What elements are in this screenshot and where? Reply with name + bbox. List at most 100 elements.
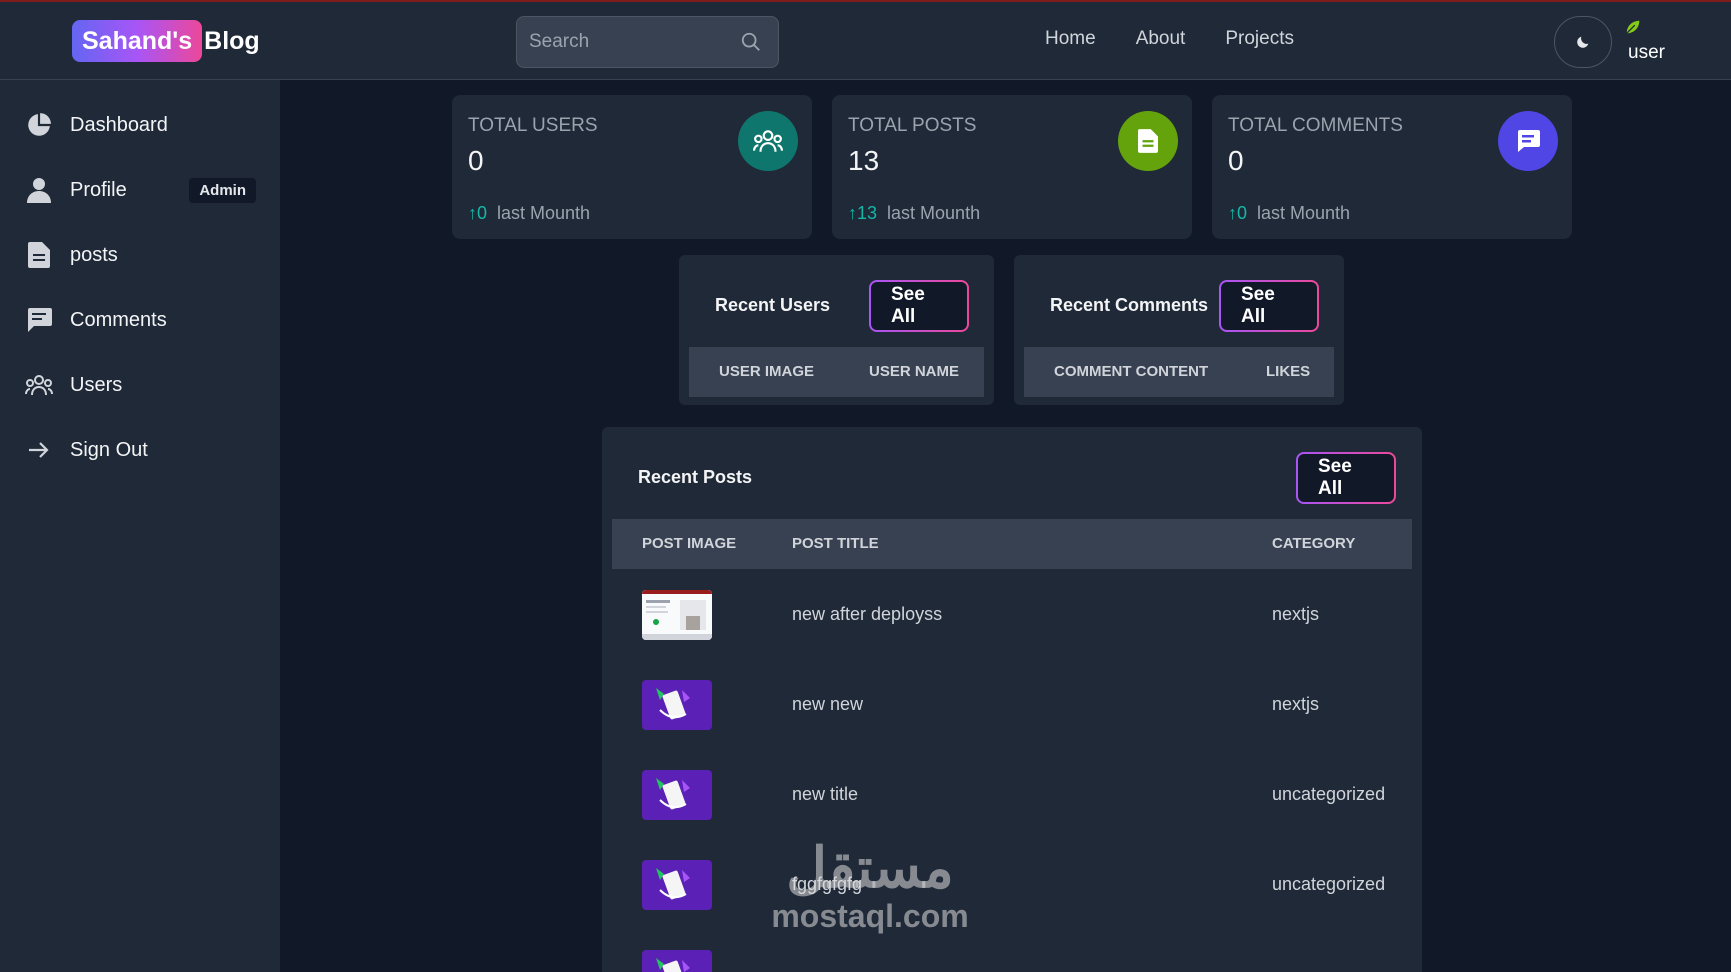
nav-about[interactable]: About (1136, 28, 1186, 50)
top-navbar: Sahand's Blog Home About Projects user (0, 0, 1731, 80)
column-header: User image (719, 363, 815, 380)
post-category: nextjs (1272, 604, 1320, 624)
column-header: Post title (792, 535, 879, 552)
post-image[interactable] (642, 590, 712, 640)
comment-icon (24, 305, 54, 335)
document-icon (24, 240, 54, 270)
stat-card-total-comments: Total Comments 0 ↑0 last Mounth (1212, 95, 1572, 239)
users-icon (24, 370, 54, 400)
table-row[interactable]: new after deployss nextjs (612, 570, 1412, 660)
stat-value: 0 (1228, 145, 1244, 176)
see-all-comments-button[interactable]: See All (1219, 280, 1319, 332)
column-header: Comment content (1054, 363, 1209, 380)
trend-up: ↑0 (468, 203, 487, 224)
post-category: nextjs (1272, 694, 1320, 714)
arrow-up-icon: ↑ (848, 203, 857, 223)
sidebar-item-label: Profile (70, 178, 127, 201)
sidebar-item-label: Dashboard (70, 113, 168, 136)
comment-icon (1498, 111, 1558, 171)
stat-card-total-posts: Total Posts 13 ↑13 last Mounth (832, 95, 1192, 239)
trend-label: last Mounth (887, 203, 981, 223)
document-icon (1118, 111, 1178, 171)
post-image[interactable] (642, 860, 712, 910)
trend-label: last Mounth (1257, 203, 1351, 223)
trend-label: last Mounth (497, 203, 591, 223)
post-image[interactable] (642, 770, 712, 820)
see-all-label: See All (1221, 282, 1317, 330)
see-all-users-button[interactable]: See All (869, 280, 969, 332)
post-image[interactable] (642, 680, 712, 730)
sidebar-item-label: Users (70, 373, 123, 396)
panel-title: Recent Users (715, 295, 831, 315)
stat-title: Total Posts (848, 115, 977, 136)
avatar-alt-text: user (1628, 42, 1665, 63)
column-header: Category (1272, 535, 1356, 552)
trend-value: 0 (477, 203, 488, 223)
stat-card-total-users: Total Users 0 ↑0 last Mounth (452, 95, 812, 239)
search-input[interactable] (529, 17, 729, 67)
stat-trend: ↑0 last Mounth (1228, 203, 1350, 224)
sidebar-item-label: Comments (70, 308, 167, 331)
trend-value: 0 (1237, 203, 1248, 223)
stat-title: Total Users (468, 115, 598, 136)
panel-title: Recent Posts (638, 467, 753, 487)
stat-value: 13 (848, 145, 880, 176)
logo-chip: Sahand's (72, 20, 203, 62)
column-header: Likes (1266, 363, 1311, 380)
sidebar-item-comments[interactable]: Comments (24, 296, 264, 344)
theme-toggle-button[interactable] (1554, 16, 1612, 68)
panel-title: Recent Comments (1050, 295, 1209, 315)
trend-value: 13 (857, 203, 878, 223)
column-header: User name (869, 363, 960, 380)
post-title[interactable]: new new (792, 694, 863, 715)
arrow-right-icon (24, 435, 54, 465)
sidebar-item-users[interactable]: Users (24, 361, 264, 409)
post-title[interactable]: new after deployss (792, 604, 942, 625)
table-row[interactable] (612, 930, 1412, 972)
post-title[interactable]: new title (792, 784, 858, 805)
pie-chart-icon (24, 110, 54, 140)
see-all-posts-button[interactable]: See All (1296, 452, 1396, 504)
users-table-header: User image User name (689, 347, 984, 397)
post-category: uncategorized (1272, 874, 1386, 894)
blog-logo[interactable]: Sahand's Blog (72, 20, 260, 62)
column-header: Post image (642, 535, 737, 552)
stat-trend: ↑13 last Mounth (848, 203, 980, 224)
sidebar-item-label: posts (70, 243, 118, 266)
arrow-up-icon: ↑ (468, 203, 477, 223)
user-icon (24, 175, 54, 205)
sidebar: Dashboard Profile Admin posts Comments U… (0, 80, 280, 972)
table-row[interactable]: new new nextjs (612, 660, 1412, 750)
sidebar-item-dashboard[interactable]: Dashboard (24, 101, 264, 149)
recent-comments-panel: Recent Comments See All Comment content … (1014, 255, 1344, 405)
trend-up: ↑0 (1228, 203, 1247, 224)
posts-table-header: Post image Post title Category (612, 519, 1412, 569)
search-icon[interactable] (740, 31, 762, 53)
stat-value: 0 (468, 145, 484, 176)
avatar[interactable]: user (1620, 18, 1680, 66)
main-nav: Home About Projects (1045, 28, 1294, 50)
watermark-arabic: مستقل (786, 836, 954, 899)
see-all-label: See All (1298, 454, 1394, 502)
sidebar-item-posts[interactable]: posts (24, 231, 264, 279)
trend-up: ↑13 (848, 203, 877, 224)
post-category: uncategorized (1272, 784, 1386, 804)
table-row[interactable]: new title uncategorized (612, 750, 1412, 840)
table-row[interactable]: fggfgfgfg uncategorized (612, 840, 1412, 930)
see-all-label: See All (871, 282, 967, 330)
sidebar-item-profile[interactable]: Profile Admin (24, 166, 264, 214)
search-box (516, 16, 779, 68)
watermark: مستقل mostaql.com (760, 838, 980, 935)
sidebar-item-label: Sign Out (70, 438, 148, 461)
moon-icon (1577, 36, 1589, 48)
nav-projects[interactable]: Projects (1225, 28, 1294, 50)
role-badge: Admin (189, 178, 256, 203)
sidebar-item-sign-out[interactable]: Sign Out (24, 426, 264, 474)
arrow-up-icon: ↑ (1228, 203, 1237, 223)
users-group-icon (738, 111, 798, 171)
comments-table-header: Comment content Likes (1024, 347, 1334, 397)
nav-home[interactable]: Home (1045, 28, 1096, 50)
post-image[interactable] (642, 950, 712, 972)
stat-title: Total Comments (1228, 115, 1403, 136)
broken-image-icon (1626, 20, 1640, 34)
